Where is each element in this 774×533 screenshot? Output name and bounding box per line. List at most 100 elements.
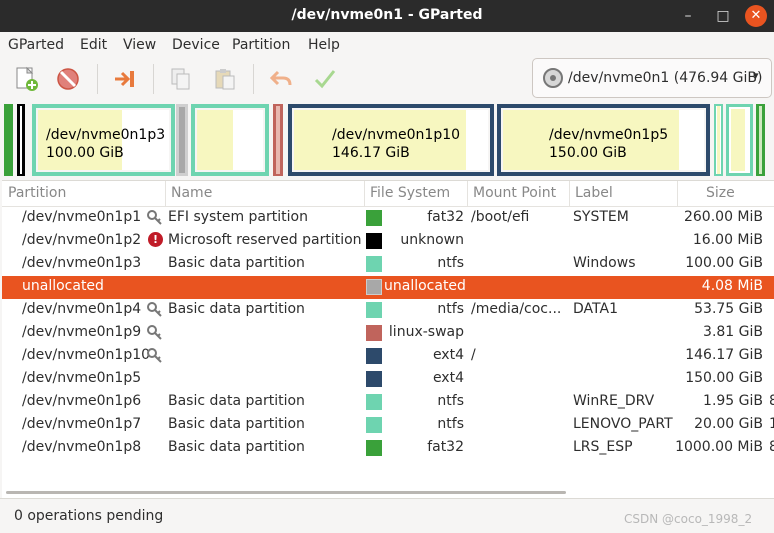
cell-filesystem: unallocated bbox=[384, 278, 466, 294]
device-selector[interactable]: /dev/nvme0n1 (476.94 GiB) ▾ bbox=[532, 58, 772, 98]
minimize-button[interactable]: – bbox=[676, 4, 700, 28]
graph-block-p7[interactable] bbox=[726, 104, 753, 176]
cell-label: LRS_ESP bbox=[573, 439, 633, 455]
cell-partition: /dev/nvme0n1p8 bbox=[22, 439, 142, 455]
delete-icon[interactable] bbox=[55, 66, 81, 92]
status-text: 0 operations pending bbox=[14, 508, 164, 524]
table-row[interactable]: /dev/nvme0n1p1 EFI system partition fat32 /… bbox=[2, 207, 774, 230]
cell-size: 1000.00 MiB bbox=[675, 439, 763, 455]
paste-icon[interactable] bbox=[212, 66, 238, 92]
cell-mountpoint: / bbox=[471, 347, 476, 363]
cell-partition: /dev/nvme0n1p4 bbox=[22, 301, 142, 317]
cell-partition: /dev/nvme0n1p6 bbox=[22, 393, 142, 409]
cell-filesystem: ntfs bbox=[437, 255, 464, 271]
table-row[interactable]: /dev/nvme0n1p9 linux-swap 3.81 GiB bbox=[2, 322, 774, 345]
graph-block-p9[interactable] bbox=[273, 104, 283, 176]
copy-icon[interactable] bbox=[168, 66, 194, 92]
graph-p3-size: 100.00 GiB bbox=[46, 145, 124, 161]
cell-name: Basic data partition bbox=[168, 301, 305, 317]
cell-overflow: 8 bbox=[769, 439, 774, 455]
menu-gparted[interactable]: GParted bbox=[8, 37, 64, 53]
cell-name: Basic data partition bbox=[168, 416, 305, 432]
filesystem-color-swatch bbox=[366, 417, 382, 433]
menu-device[interactable]: Device bbox=[172, 37, 220, 53]
table-row[interactable]: /dev/nvme0n1p5 ext4 150.00 GiB bbox=[2, 368, 774, 391]
cell-filesystem: ntfs bbox=[437, 416, 464, 432]
graph-p10-name: /dev/nvme0n1p10 bbox=[332, 127, 461, 143]
cell-label: LENOVO_PART bbox=[573, 416, 673, 432]
key-icon bbox=[146, 347, 162, 363]
graph-p5-size: 150.00 GiB bbox=[549, 145, 627, 161]
key-icon bbox=[146, 301, 162, 317]
cell-label: SYSTEM bbox=[573, 209, 629, 225]
table-row[interactable]: /dev/nvme0n1p4 Basic data partition ntfs/m… bbox=[2, 299, 774, 322]
filesystem-color-swatch bbox=[366, 348, 382, 364]
menu-partition[interactable]: Partition bbox=[232, 37, 290, 53]
filesystem-color-swatch bbox=[366, 279, 382, 295]
cell-size: 53.75 GiB bbox=[694, 301, 763, 317]
filesystem-color-swatch bbox=[366, 371, 382, 387]
menu-help[interactable]: Help bbox=[308, 37, 340, 53]
resize-move-icon[interactable] bbox=[112, 66, 138, 92]
cell-size: 150.00 GiB bbox=[685, 370, 763, 386]
table-row[interactable]: /dev/nvme0n1p6 Basic data partition ntfs Wi… bbox=[2, 391, 774, 414]
table-row[interactable]: /dev/nvme0n1p7 Basic data partition ntfs LE… bbox=[2, 414, 774, 437]
col-mountpoint[interactable]: Mount Point bbox=[473, 185, 556, 201]
partition-graph: /dev/nvme0n1p3 100.00 GiB /dev/nvme0n1p1… bbox=[0, 102, 774, 178]
cell-partition: /dev/nvme0n1p5 bbox=[22, 370, 142, 386]
graph-block-p1[interactable] bbox=[4, 104, 13, 176]
horizontal-scrollbar[interactable] bbox=[6, 491, 566, 494]
graph-block-unallocated[interactable] bbox=[176, 104, 188, 176]
cell-filesystem: ntfs bbox=[437, 393, 464, 409]
table-row[interactable]: unallocated unallocated 4.08 MiB bbox=[2, 276, 774, 299]
cell-label: DATA1 bbox=[573, 301, 618, 317]
graph-block-p8[interactable] bbox=[756, 104, 765, 176]
graph-block-p2[interactable] bbox=[17, 104, 25, 176]
disk-icon bbox=[543, 68, 563, 88]
cell-partition: /dev/nvme0n1p9 bbox=[22, 324, 142, 340]
cell-size: 16.00 MiB bbox=[692, 232, 763, 248]
cell-size: 1.95 GiB bbox=[703, 393, 763, 409]
maximize-button[interactable]: □ bbox=[711, 4, 735, 28]
col-label[interactable]: Label bbox=[575, 185, 613, 201]
cell-filesystem: linux-swap bbox=[388, 324, 464, 340]
col-name[interactable]: Name bbox=[171, 185, 212, 201]
graph-p5-name: /dev/nvme0n1p5 bbox=[549, 127, 669, 143]
graph-block-p6[interactable] bbox=[714, 104, 723, 176]
menu-edit[interactable]: Edit bbox=[80, 37, 107, 53]
cell-name: EFI system partition bbox=[168, 209, 308, 225]
cell-size: 4.08 MiB bbox=[701, 278, 763, 294]
graph-block-p5[interactable]: /dev/nvme0n1p5 150.00 GiB bbox=[497, 104, 710, 176]
menu-view[interactable]: View bbox=[123, 37, 156, 53]
table-row[interactable]: /dev/nvme0n1p8 Basic data partition fat32 L… bbox=[2, 437, 774, 460]
cell-filesystem: ext4 bbox=[432, 370, 464, 386]
graph-block-p10[interactable]: /dev/nvme0n1p10 146.17 GiB bbox=[288, 104, 494, 176]
toolbar: /dev/nvme0n1 (476.94 GiB) ▾ bbox=[0, 58, 774, 102]
cell-size: 146.17 GiB bbox=[685, 347, 763, 363]
chevron-down-icon: ▾ bbox=[753, 69, 759, 82]
col-filesystem[interactable]: File System bbox=[370, 185, 450, 201]
cell-partition: /dev/nvme0n1p10 bbox=[22, 347, 151, 363]
graph-block-p3[interactable]: /dev/nvme0n1p3 100.00 GiB bbox=[32, 104, 175, 176]
cell-partition: /dev/nvme0n1p1 bbox=[22, 209, 142, 225]
table-row[interactable]: /dev/nvme0n1p2! Microsoft reserved partit… bbox=[2, 230, 774, 253]
cell-size: 3.81 GiB bbox=[703, 324, 763, 340]
col-partition[interactable]: Partition bbox=[8, 185, 66, 201]
cell-mountpoint: /media/coc... bbox=[471, 301, 562, 317]
cell-name: Microsoft reserved partition bbox=[168, 232, 362, 248]
close-button[interactable]: ✕ bbox=[745, 5, 767, 27]
cell-partition: /dev/nvme0n1p3 bbox=[22, 255, 142, 271]
filesystem-color-swatch bbox=[366, 394, 382, 410]
graph-block-p4[interactable] bbox=[191, 104, 269, 176]
filesystem-color-swatch bbox=[366, 233, 382, 249]
table-header: Partition Name File System Mount Point L… bbox=[2, 181, 774, 207]
graph-p3-name: /dev/nvme0n1p3 bbox=[46, 127, 166, 143]
cell-label: Windows bbox=[573, 255, 636, 271]
col-size[interactable]: Size bbox=[706, 185, 735, 201]
apply-icon[interactable] bbox=[312, 66, 338, 92]
undo-icon[interactable] bbox=[268, 66, 294, 92]
table-row[interactable]: /dev/nvme0n1p3 Basic data partition ntfs Wi… bbox=[2, 253, 774, 276]
cell-mountpoint: /boot/efi bbox=[471, 209, 530, 225]
new-partition-icon[interactable] bbox=[13, 66, 39, 92]
table-row[interactable]: /dev/nvme0n1p10 ext4 / 146.17 GiB bbox=[2, 345, 774, 368]
